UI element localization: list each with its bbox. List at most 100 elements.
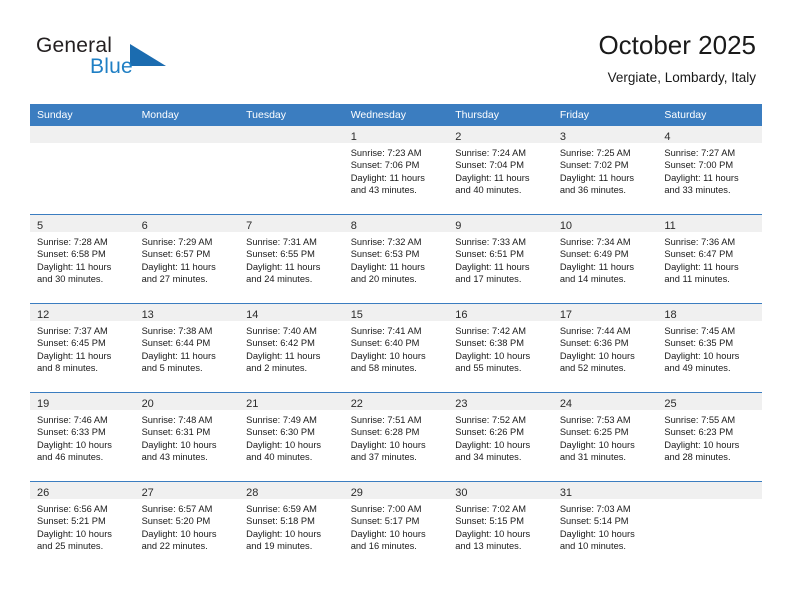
day-number: 17 [559, 309, 573, 321]
day-number: 9 [455, 220, 462, 232]
day-number-strip: 20 [134, 393, 240, 410]
calendar-day-cell[interactable]: 9 Sunrise: 7:33 AM Sunset: 6:51 PM Daylight… [448, 214, 553, 304]
day-detail-line: Sunrise: 7:45 AM [664, 326, 736, 336]
day-detail-line: and 19 minutes. [246, 541, 313, 552]
calendar-day-cell[interactable]: 26 Sunrise: 6:56 AM Sunset: 5:21 PM Dayligh… [30, 481, 135, 570]
calendar-day-cell[interactable]: 17 Sunrise: 7:44 AM Sunset: 6:36 PM Dayligh… [552, 303, 658, 393]
calendar-day-cell[interactable]: 13 Sunrise: 7:38 AM Sunset: 6:44 PM Dayligh… [134, 303, 240, 393]
calendar-day-cell[interactable]: 1 Sunrise: 7:23 AM Sunset: 7:06 PM Daylight… [343, 126, 449, 215]
day-number: 15 [350, 309, 363, 321]
day-detail-line: and 27 minutes. [141, 274, 208, 285]
day-detail-line: Sunset: 6:51 PM [455, 249, 524, 260]
day-detail-line: and 49 minutes. [664, 363, 731, 374]
day-detail-line: Sunrise: 7:53 AM [559, 415, 631, 425]
day-detail-line: Daylight: 11 hours [455, 261, 530, 272]
day-number: 18 [664, 309, 677, 321]
calendar-day-cell[interactable]: 20 Sunrise: 7:48 AM Sunset: 6:31 PM Dayligh… [134, 392, 240, 482]
calendar-day-cell[interactable]: 11 Sunrise: 7:36 AM Sunset: 6:47 PM Dayligh… [657, 214, 762, 304]
day-number-strip: 14 [239, 304, 344, 321]
calendar-day-cell[interactable]: 4 Sunrise: 7:27 AM Sunset: 7:00 PM Daylight… [657, 126, 762, 215]
calendar-day-cell[interactable]: 14 Sunrise: 7:40 AM Sunset: 6:42 PM Dayligh… [239, 303, 344, 393]
calendar-day-cell[interactable]: 29 Sunrise: 7:00 AM Sunset: 5:17 PM Dayligh… [343, 481, 449, 570]
day-detail-line: Sunset: 6:53 PM [350, 249, 420, 260]
day-detail-line: Sunset: 6:23 PM [664, 427, 734, 438]
day-detail-line: Daylight: 10 hours [37, 528, 112, 539]
day-detail-line: and 24 minutes. [246, 274, 313, 285]
day-detail-line: Daylight: 10 hours [455, 528, 531, 539]
day-detail-line: Daylight: 10 hours [141, 439, 217, 450]
weekday-header-tuesday: Tuesday [239, 104, 344, 126]
weekday-header-thursday: Thursday [448, 104, 553, 126]
calendar-day-cell[interactable]: 28 Sunrise: 6:59 AM Sunset: 5:18 PM Dayligh… [239, 481, 344, 570]
day-detail-line: Sunrise: 7:52 AM [455, 415, 527, 425]
day-number: 30 [455, 487, 468, 499]
day-number: 11 [664, 220, 676, 232]
day-detail-line: Sunrise: 7:40 AM [246, 326, 317, 336]
day-number: 27 [141, 487, 154, 499]
day-detail-line: Sunset: 5:18 PM [246, 516, 315, 527]
day-detail-line: Sunset: 7:00 PM [664, 160, 734, 171]
day-detail-line: Daylight: 10 hours [350, 528, 426, 539]
calendar-day-cell[interactable]: 27 Sunrise: 6:57 AM Sunset: 5:20 PM Dayligh… [134, 481, 240, 570]
calendar-day-cell[interactable]: 7 Sunrise: 7:31 AM Sunset: 6:55 PM Daylight… [239, 214, 344, 304]
calendar-day-cell[interactable]: 19 Sunrise: 7:46 AM Sunset: 6:33 PM Dayligh… [30, 392, 135, 482]
calendar-day-cell[interactable]: 5 Sunrise: 7:28 AM Sunset: 6:58 PM Daylight… [30, 214, 135, 304]
calendar-day-cell[interactable]: 24 Sunrise: 7:53 AM Sunset: 6:25 PM Dayligh… [552, 392, 658, 482]
calendar-day-cell[interactable]: 6 Sunrise: 7:29 AM Sunset: 6:57 PM Daylight… [134, 214, 240, 304]
day-number: 29 [350, 487, 363, 499]
day-detail-line: Sunset: 7:02 PM [559, 160, 629, 171]
day-number: 16 [455, 309, 468, 321]
day-detail-line: Sunrise: 7:00 AM [350, 504, 422, 514]
day-detail-line: Daylight: 10 hours [141, 528, 217, 539]
calendar-day-cell-empty [30, 126, 135, 215]
day-detail-list [135, 143, 240, 147]
day-detail-line: Sunrise: 6:57 AM [141, 504, 213, 514]
day-detail-line: Sunset: 6:38 PM [455, 338, 524, 349]
day-detail-line: Daylight: 11 hours [664, 261, 739, 272]
day-number: 13 [141, 309, 154, 321]
day-detail-line: Sunset: 6:55 PM [246, 249, 315, 260]
day-number-strip: 26 [30, 482, 135, 499]
day-detail-list [657, 499, 762, 503]
day-number: 14 [246, 309, 259, 321]
day-detail-line: Sunrise: 7:37 AM [37, 326, 108, 336]
calendar-day-cell[interactable]: 2 Sunrise: 7:24 AM Sunset: 7:04 PM Daylight… [448, 126, 553, 215]
day-detail-line: Sunset: 6:58 PM [37, 249, 106, 260]
calendar-day-cell[interactable]: 8 Sunrise: 7:32 AM Sunset: 6:53 PM Daylight… [343, 214, 449, 304]
day-detail-line: Daylight: 11 hours [37, 261, 112, 272]
day-detail-line: Sunset: 6:49 PM [559, 249, 629, 260]
day-detail-list: Sunrise: 7:48 AM Sunset: 6:31 PM Daylight:… [135, 410, 240, 464]
day-detail-line: and 40 minutes. [246, 452, 313, 463]
day-number: 19 [37, 398, 50, 410]
page-title: October 2025 [598, 30, 756, 60]
day-detail-line: Sunset: 6:42 PM [246, 338, 315, 349]
calendar-day-cell[interactable]: 15 Sunrise: 7:41 AM Sunset: 6:40 PM Dayligh… [343, 303, 449, 393]
day-number-strip: 1 [343, 126, 449, 143]
calendar-day-cell[interactable]: 12 Sunrise: 7:37 AM Sunset: 6:45 PM Dayligh… [30, 303, 135, 393]
calendar-day-cell[interactable]: 18 Sunrise: 7:45 AM Sunset: 6:35 PM Dayligh… [657, 303, 762, 393]
calendar-day-cell[interactable]: 31 Sunrise: 7:03 AM Sunset: 5:14 PM Dayligh… [552, 481, 658, 570]
day-detail-line: Sunrise: 6:56 AM [37, 504, 108, 514]
calendar-day-cell[interactable]: 3 Sunrise: 7:25 AM Sunset: 7:02 PM Daylight… [552, 126, 658, 215]
calendar-day-cell[interactable]: 30 Sunrise: 7:02 AM Sunset: 5:15 PM Dayligh… [448, 481, 553, 570]
calendar-day-cell[interactable]: 23 Sunrise: 7:52 AM Sunset: 6:26 PM Dayligh… [448, 392, 553, 482]
weekday-header-wednesday: Wednesday [343, 104, 449, 126]
calendar-day-cell[interactable]: 10 Sunrise: 7:34 AM Sunset: 6:49 PM Dayligh… [552, 214, 658, 304]
brand-logo[interactable]: General Blue [36, 34, 256, 90]
day-detail-list: Sunrise: 6:56 AM Sunset: 5:21 PM Daylight:… [30, 499, 135, 553]
day-detail-line: Sunrise: 7:23 AM [350, 148, 422, 158]
day-number: 7 [246, 220, 253, 232]
day-detail-line: and 2 minutes. [246, 363, 308, 374]
calendar-day-cell[interactable]: 25 Sunrise: 7:55 AM Sunset: 6:23 PM Dayligh… [657, 392, 762, 482]
day-number: 22 [350, 398, 363, 410]
day-detail-line: and 28 minutes. [664, 452, 731, 463]
weekday-header-row: Sunday Monday Tuesday Wednesday Thursday… [30, 104, 762, 126]
calendar-day-cell[interactable]: 22 Sunrise: 7:51 AM Sunset: 6:28 PM Dayligh… [343, 392, 449, 482]
calendar-day-cell[interactable]: 16 Sunrise: 7:42 AM Sunset: 6:38 PM Dayligh… [448, 303, 553, 393]
day-detail-line: Sunrise: 7:31 AM [246, 237, 317, 247]
day-detail-line: Daylight: 10 hours [246, 439, 322, 450]
calendar-day-cell[interactable]: 21 Sunrise: 7:49 AM Sunset: 6:30 PM Dayligh… [239, 392, 344, 482]
day-number: 8 [350, 220, 357, 232]
day-detail-line: Sunset: 7:06 PM [350, 160, 420, 171]
day-number-strip: 7 [239, 215, 344, 232]
